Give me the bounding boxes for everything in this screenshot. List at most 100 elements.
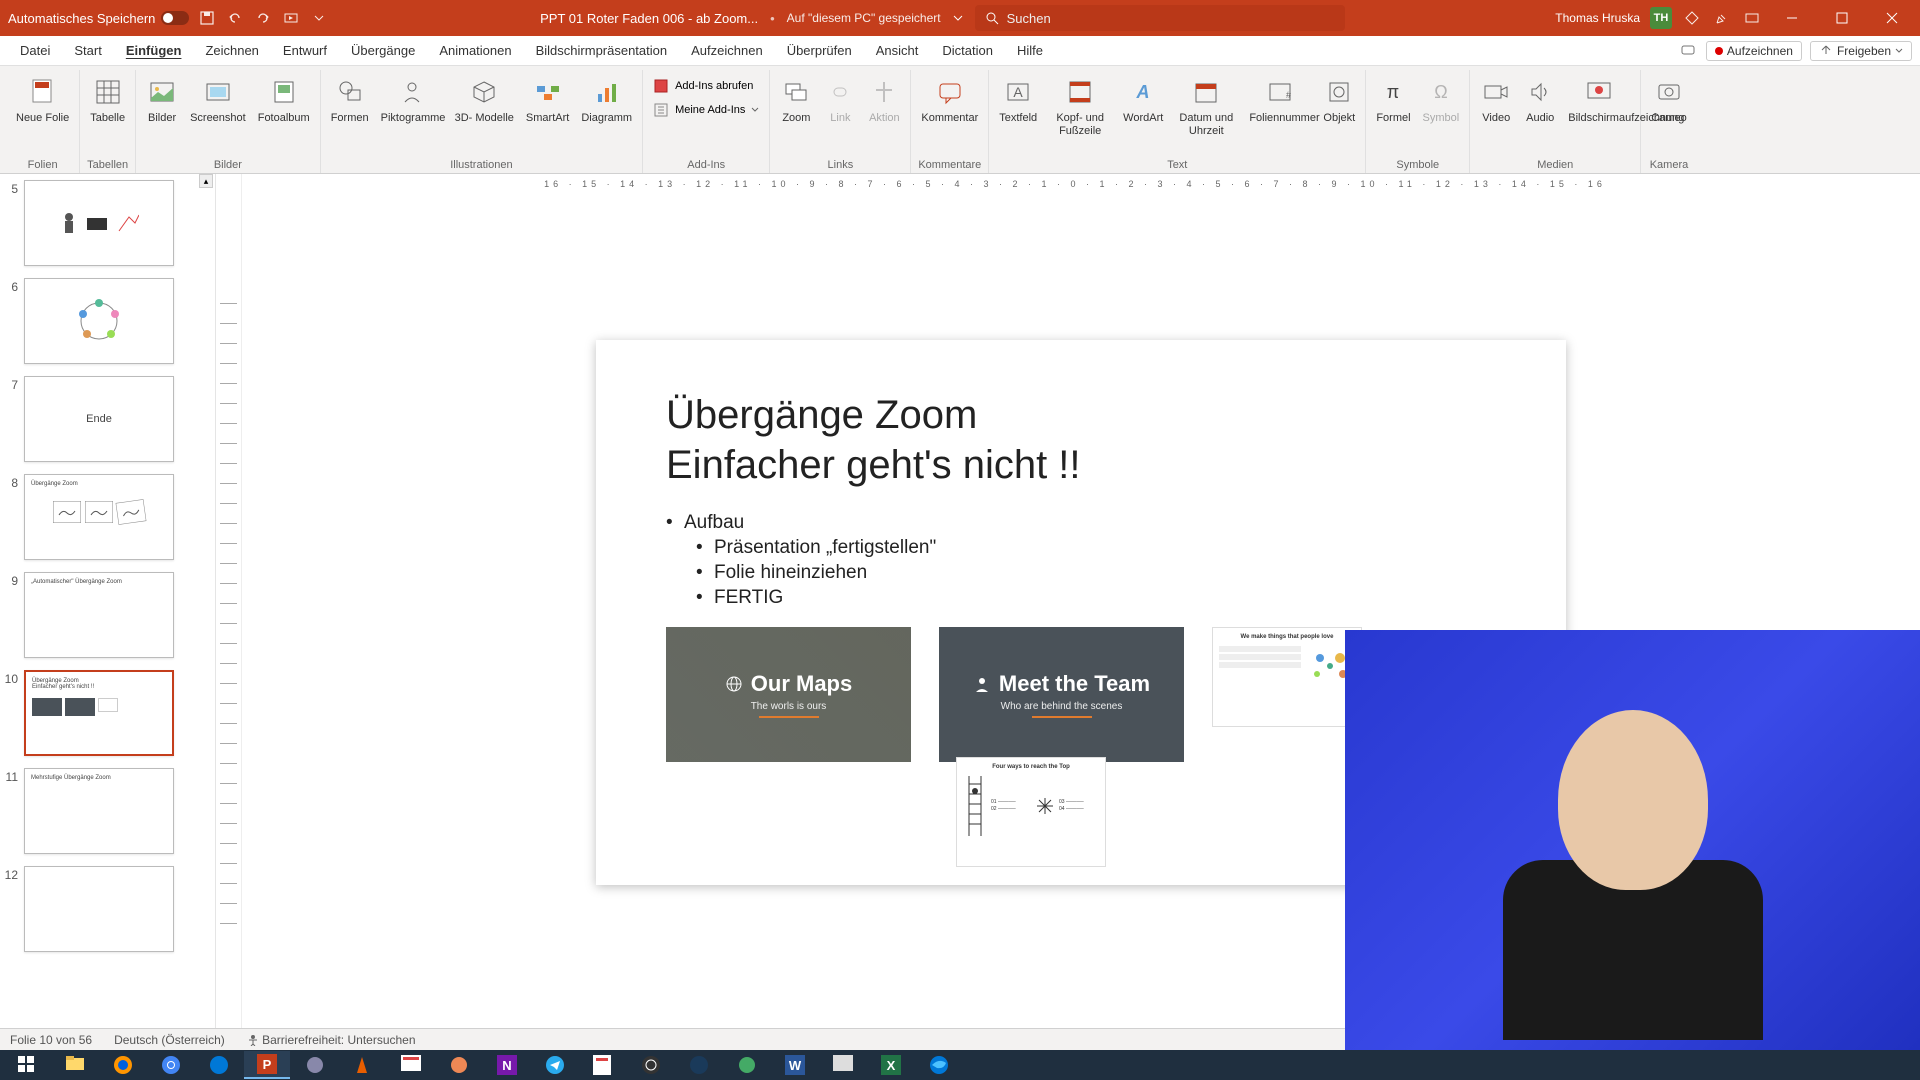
- word-icon[interactable]: W: [772, 1051, 818, 1079]
- slide-counter[interactable]: Folie 10 von 56: [10, 1033, 92, 1047]
- vlc-icon[interactable]: [340, 1051, 386, 1079]
- qat-more-icon[interactable]: [309, 8, 329, 28]
- app-icon-1[interactable]: [292, 1051, 338, 1079]
- tab-ansicht[interactable]: Ansicht: [864, 36, 931, 65]
- zoom-button[interactable]: Zoom: [776, 72, 816, 125]
- start-button[interactable]: [4, 1051, 50, 1079]
- search-box[interactable]: [975, 5, 1345, 31]
- tab-animationen[interactable]: Animationen: [427, 36, 523, 65]
- thumbnail-5[interactable]: [24, 180, 174, 266]
- tab-bildschirmpraesentation[interactable]: Bildschirmpräsentation: [524, 36, 680, 65]
- slide-thumbnail-panel[interactable]: ▴ 5 6 7Ende 8Übergänge Zoom 9„Automatisc…: [0, 174, 216, 1050]
- meine-addins-button[interactable]: Meine Add-Ins: [649, 100, 763, 120]
- language-status[interactable]: Deutsch (Österreich): [114, 1033, 225, 1047]
- neue-folie-button[interactable]: Neue Folie: [12, 72, 73, 125]
- app-icon-5[interactable]: [676, 1051, 722, 1079]
- toggle-switch[interactable]: [161, 11, 189, 25]
- smartart-button[interactable]: SmartArt: [522, 72, 573, 125]
- foliennummer-button[interactable]: #Foliennummer: [1245, 72, 1315, 125]
- datum-uhrzeit-button[interactable]: Datum und Uhrzeit: [1171, 72, 1241, 138]
- tab-hilfe[interactable]: Hilfe: [1005, 36, 1055, 65]
- tab-start[interactable]: Start: [62, 36, 113, 65]
- thumbnail-12[interactable]: [24, 866, 174, 952]
- embedded-slide-maps[interactable]: Our Maps The worls is ours: [666, 627, 911, 762]
- thumbnail-8[interactable]: Übergänge Zoom: [24, 474, 174, 560]
- slide-title[interactable]: Übergänge Zoom Einfacher geht's nicht !!: [666, 390, 1496, 490]
- edge-icon[interactable]: [916, 1051, 962, 1079]
- fotoalbum-button[interactable]: Fotoalbum: [254, 72, 314, 125]
- undo-icon[interactable]: [225, 8, 245, 28]
- textfeld-button[interactable]: ATextfeld: [995, 72, 1041, 125]
- excel-icon[interactable]: X: [868, 1051, 914, 1079]
- tab-uebergaenge[interactable]: Übergänge: [339, 36, 427, 65]
- thumbnail-11[interactable]: Mehrstufige Übergänge Zoom: [24, 768, 174, 854]
- telegram-icon[interactable]: [532, 1051, 578, 1079]
- piktogramme-button[interactable]: Piktogramme: [377, 72, 447, 125]
- embedded-slide-fourways[interactable]: Four ways to reach the Top 01 ─────02 ──…: [956, 757, 1106, 867]
- app-icon-6[interactable]: [724, 1051, 770, 1079]
- screenshot-button[interactable]: Screenshot: [186, 72, 250, 125]
- kommentar-button[interactable]: Kommentar: [917, 72, 982, 125]
- tab-aufzeichnen[interactable]: Aufzeichnen: [679, 36, 775, 65]
- share-icon: [1819, 44, 1833, 58]
- chrome-icon[interactable]: [148, 1051, 194, 1079]
- embedded-slide-love[interactable]: We make things that people love: [1212, 627, 1362, 727]
- wordart-button[interactable]: AWordArt: [1119, 72, 1167, 125]
- powerpoint-icon[interactable]: P: [244, 1051, 290, 1079]
- app-icon-4[interactable]: [580, 1051, 626, 1079]
- thumbnail-6[interactable]: [24, 278, 174, 364]
- comments-icon[interactable]: [1678, 41, 1698, 61]
- diamond-icon[interactable]: [1682, 8, 1702, 28]
- cameo-button[interactable]: Cameo: [1647, 72, 1690, 125]
- tab-ueberpruefen[interactable]: Überprüfen: [775, 36, 864, 65]
- tab-zeichnen[interactable]: Zeichnen: [193, 36, 270, 65]
- accessibility-status[interactable]: Barrierefreiheit: Untersuchen: [247, 1033, 416, 1047]
- tab-datei[interactable]: Datei: [8, 36, 62, 65]
- share-button[interactable]: Freigeben: [1810, 41, 1912, 61]
- minimize-button[interactable]: [1772, 3, 1812, 33]
- 3d-modelle-button[interactable]: 3D- Modelle: [451, 72, 518, 125]
- close-button[interactable]: [1872, 3, 1912, 33]
- save-icon[interactable]: [197, 8, 217, 28]
- saved-location[interactable]: Auf "diesem PC" gespeichert: [787, 11, 941, 25]
- bildschirmaufzeichnung-button[interactable]: Bildschirmaufzeichnung: [1564, 72, 1634, 125]
- redo-icon[interactable]: [253, 8, 273, 28]
- app-icon-2[interactable]: [388, 1051, 434, 1079]
- formen-button[interactable]: Formen: [327, 72, 373, 125]
- addins-abrufen-button[interactable]: Add-Ins abrufen: [649, 76, 763, 96]
- tab-dictation[interactable]: Dictation: [930, 36, 1005, 65]
- tab-entwurf[interactable]: Entwurf: [271, 36, 339, 65]
- scroll-up-icon[interactable]: ▴: [199, 174, 213, 188]
- onenote-icon[interactable]: N: [484, 1051, 530, 1079]
- search-input[interactable]: [1007, 11, 1335, 26]
- thumbnail-7[interactable]: Ende: [24, 376, 174, 462]
- audio-button[interactable]: Audio: [1520, 72, 1560, 125]
- app-icon-3[interactable]: [436, 1051, 482, 1079]
- explorer-icon[interactable]: [52, 1051, 98, 1079]
- from-beginning-icon[interactable]: [281, 8, 301, 28]
- diagramm-button[interactable]: Diagramm: [577, 72, 636, 125]
- tabelle-button[interactable]: Tabelle: [86, 72, 129, 125]
- app-icon-7[interactable]: [820, 1051, 866, 1079]
- kopf-fusszeile-button[interactable]: Kopf- und Fußzeile: [1045, 72, 1115, 138]
- video-button[interactable]: Video: [1476, 72, 1516, 125]
- user-avatar[interactable]: TH: [1650, 7, 1672, 29]
- slide-body[interactable]: Aufbau Präsentation „fertigstellen" Foli…: [666, 512, 1496, 609]
- chevron-down-icon[interactable]: [953, 13, 963, 23]
- firefox-icon[interactable]: [100, 1051, 146, 1079]
- user-name[interactable]: Thomas Hruska: [1555, 11, 1640, 25]
- thumbnail-9[interactable]: „Automatischer" Übergänge Zoom: [24, 572, 174, 658]
- embedded-slide-team[interactable]: Meet the Team Who are behind the scenes: [939, 627, 1184, 762]
- objekt-button[interactable]: Objekt: [1319, 72, 1359, 125]
- tab-einfuegen[interactable]: Einfügen: [114, 36, 194, 65]
- maximize-button[interactable]: [1822, 3, 1862, 33]
- ribbon-mode-icon[interactable]: [1742, 8, 1762, 28]
- obs-icon[interactable]: [628, 1051, 674, 1079]
- record-button[interactable]: Aufzeichnen: [1706, 41, 1802, 61]
- bilder-button[interactable]: Bilder: [142, 72, 182, 125]
- thumbnail-10[interactable]: Übergänge Zoom Einfacher geht's nicht !!: [24, 670, 174, 756]
- pen-icon[interactable]: [1712, 8, 1732, 28]
- edge-legacy-icon[interactable]: [196, 1051, 242, 1079]
- autosave-toggle[interactable]: Automatisches Speichern: [8, 11, 189, 26]
- formel-button[interactable]: πFormel: [1372, 72, 1414, 125]
